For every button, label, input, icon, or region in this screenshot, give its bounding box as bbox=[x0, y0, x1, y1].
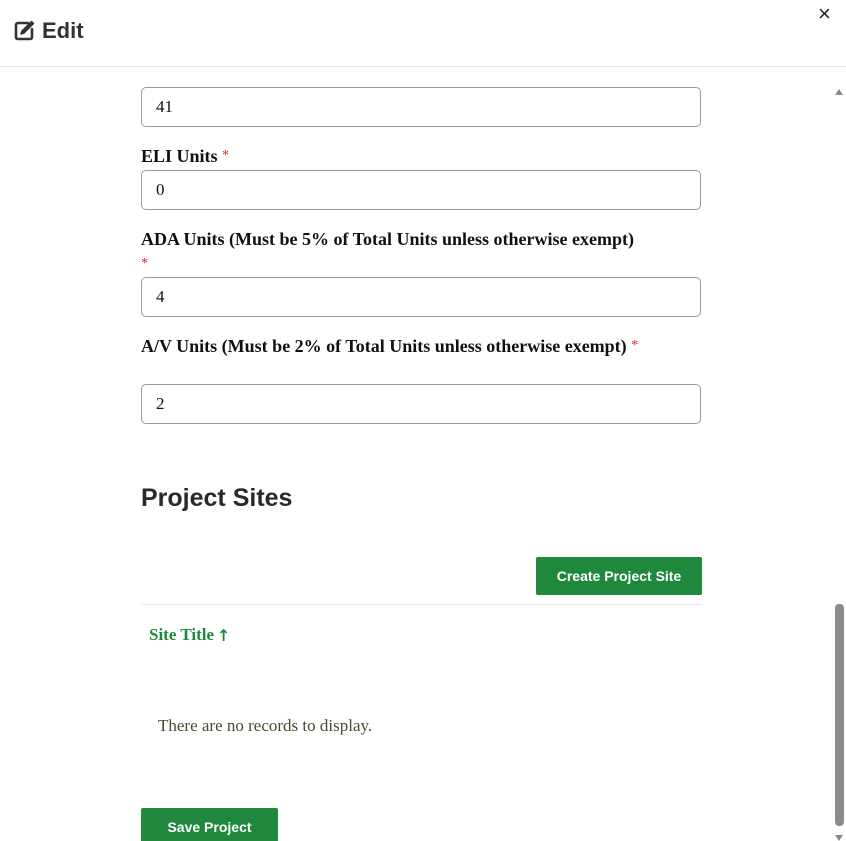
table-divider bbox=[141, 604, 702, 605]
required-marker: * bbox=[222, 148, 230, 163]
column-header-site-title[interactable]: Site Title ↑ bbox=[149, 625, 230, 645]
modal-title-group: Edit bbox=[12, 18, 84, 44]
modal-body: ELI Units * ADA Units (Must be 5% of Tot… bbox=[0, 67, 846, 841]
project-sites-title: Project Sites bbox=[141, 484, 293, 512]
ada-units-input[interactable] bbox=[141, 277, 701, 317]
close-icon[interactable]: × bbox=[818, 2, 831, 26]
scroll-down-arrow-icon[interactable] bbox=[835, 835, 843, 841]
av-units-label-text: A/V Units (Must be 2% of Total Units unl… bbox=[141, 336, 627, 356]
scroll-up-arrow-icon[interactable] bbox=[835, 89, 843, 95]
ada-units-label: ADA Units (Must be 5% of Total Units unl… bbox=[141, 227, 641, 277]
sort-arrow-up-icon: ↑ bbox=[217, 625, 231, 645]
av-units-label: A/V Units (Must be 2% of Total Units unl… bbox=[141, 334, 709, 359]
eli-units-label: ELI Units * bbox=[141, 144, 711, 169]
eli-units-input[interactable] bbox=[141, 170, 701, 210]
required-marker: * bbox=[631, 338, 639, 353]
eli-units-label-text: ELI Units bbox=[141, 146, 218, 166]
column-header-label: Site Title bbox=[149, 625, 215, 644]
save-project-button[interactable]: Save Project bbox=[141, 808, 278, 841]
scrollbar-thumb[interactable] bbox=[835, 604, 844, 826]
empty-table-message: There are no records to display. bbox=[158, 716, 373, 735]
create-project-site-button[interactable]: Create Project Site bbox=[536, 557, 702, 595]
av-units-input[interactable] bbox=[141, 384, 701, 424]
total-units-input[interactable] bbox=[141, 87, 701, 127]
scrollbar[interactable] bbox=[832, 67, 846, 841]
ada-units-label-text: ADA Units (Must be 5% of Total Units unl… bbox=[141, 229, 635, 249]
required-marker: * bbox=[141, 256, 148, 271]
modal-title: Edit bbox=[42, 18, 84, 43]
modal-header: Edit × bbox=[0, 0, 846, 67]
edit-icon bbox=[12, 19, 36, 43]
